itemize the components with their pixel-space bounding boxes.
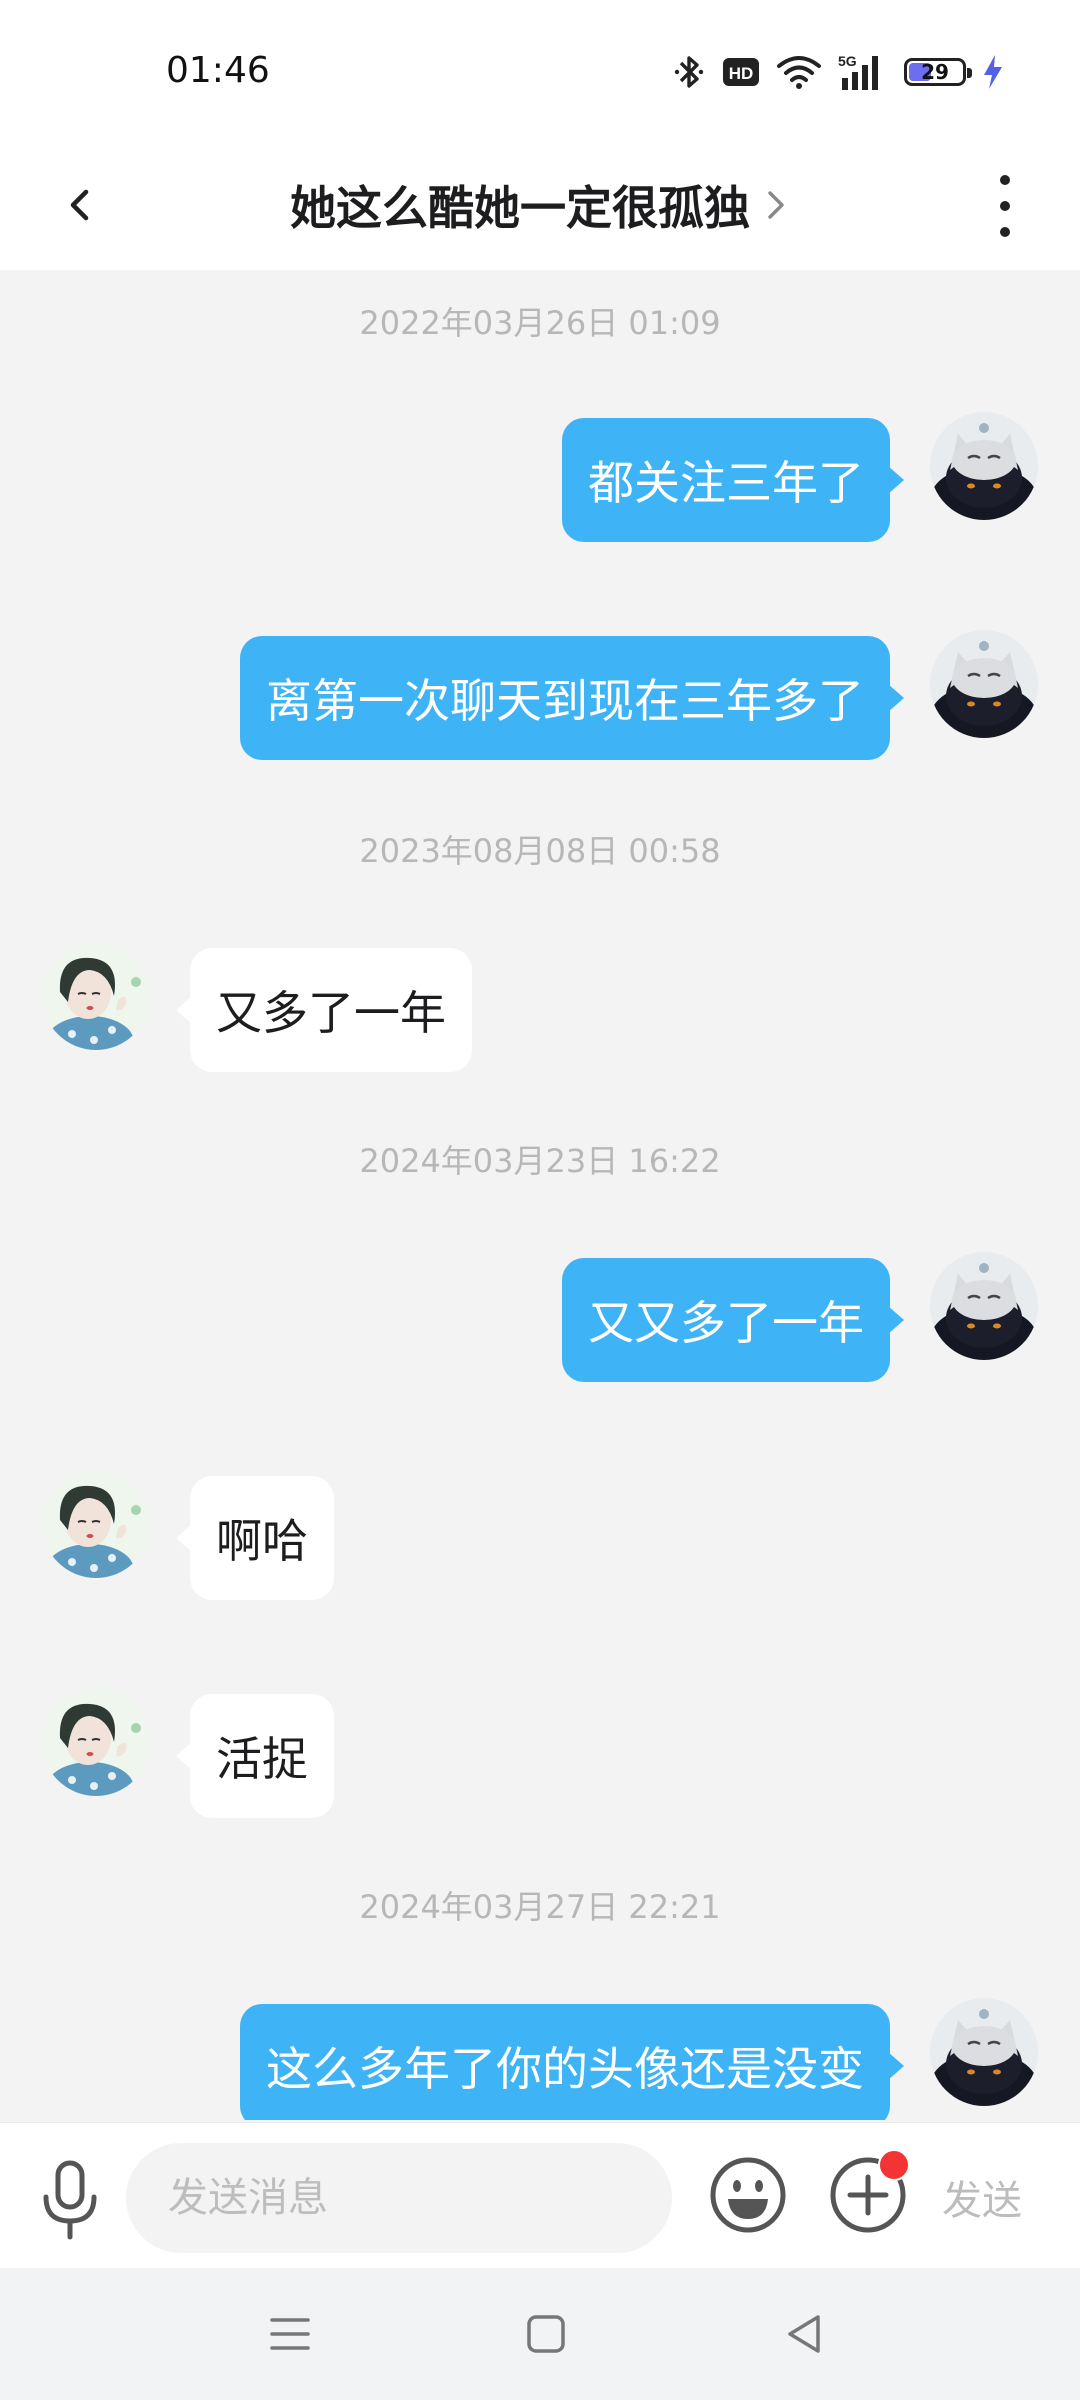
my-avatar[interactable] xyxy=(930,1252,1038,1360)
message-input-bar: 发送 xyxy=(0,2122,1080,2269)
svg-text:5G: 5G xyxy=(838,53,857,69)
wifi-icon xyxy=(777,56,821,89)
back-button[interactable] xyxy=(56,170,126,240)
message-bubble-outgoing[interactable]: 又又多了一年 xyxy=(562,1258,904,1382)
microphone-icon xyxy=(43,2160,97,2240)
nav-menu-button[interactable] xyxy=(260,2304,320,2364)
hd-icon: HD xyxy=(723,58,759,86)
more-options-button[interactable] xyxy=(970,164,1040,248)
message-list[interactable]: 2022年03月26日 01:09 都关注三年了 离第一次聊天到现在三年多了 2… xyxy=(0,270,1080,2120)
back-triangle-icon xyxy=(788,2315,820,2353)
more-actions-button[interactable] xyxy=(828,2149,910,2235)
svg-text:HD: HD xyxy=(729,64,754,83)
chat-screen: 01:46 HD 5G 29 她这么酷她一定很孤独 2022年03月26日 01… xyxy=(0,0,1080,2400)
emoji-icon xyxy=(710,2157,786,2233)
home-icon xyxy=(527,2315,565,2353)
emoji-button[interactable] xyxy=(708,2155,788,2235)
battery-icon: 29 xyxy=(904,58,972,86)
contact-avatar[interactable] xyxy=(42,1688,150,1796)
signal-5g-icon: 5G xyxy=(838,53,878,90)
send-button[interactable]: 发送 xyxy=(942,2167,1022,2227)
timestamp: 2024年03月23日 16:22 xyxy=(359,1142,721,1180)
system-nav-bar xyxy=(0,2268,1080,2400)
status-icons: HD 5G 29 xyxy=(672,50,1004,94)
contact-avatar[interactable] xyxy=(42,1470,150,1578)
chevron-left-icon xyxy=(70,189,89,221)
status-bar: 01:46 HD 5G 29 xyxy=(0,0,1080,140)
timestamp: 2024年03月27日 22:21 xyxy=(359,1888,721,1926)
menu-icon xyxy=(270,2318,310,2350)
voice-button[interactable] xyxy=(34,2157,106,2241)
message-bubble-incoming[interactable]: 又多了一年 xyxy=(176,948,472,1072)
message-input[interactable] xyxy=(126,2143,672,2253)
nav-home-button[interactable] xyxy=(516,2304,576,2364)
chat-header: 她这么酷她一定很孤独 xyxy=(0,140,1080,270)
my-avatar[interactable] xyxy=(930,1998,1038,2106)
charging-icon xyxy=(984,55,1002,89)
chat-title-group: 她这么酷她一定很孤独 xyxy=(0,140,1080,270)
chevron-right-icon[interactable] xyxy=(764,185,790,225)
message-bubble-incoming[interactable]: 啊哈 xyxy=(176,1476,334,1600)
chat-title[interactable]: 她这么酷她一定很孤独 xyxy=(290,172,750,238)
my-avatar[interactable] xyxy=(930,412,1038,520)
nav-back-button[interactable] xyxy=(774,2304,834,2364)
timestamp: 2022年03月26日 01:09 xyxy=(359,304,721,342)
notification-dot xyxy=(878,2149,910,2181)
message-bubble-outgoing[interactable]: 都关注三年了 xyxy=(562,418,904,542)
my-avatar[interactable] xyxy=(930,630,1038,738)
message-bubble-incoming[interactable]: 活捉 xyxy=(176,1694,334,1818)
battery-level: 29 xyxy=(921,60,949,84)
contact-avatar[interactable] xyxy=(42,942,150,1050)
vertical-dots-icon xyxy=(1000,175,1010,237)
message-bubble-outgoing[interactable]: 离第一次聊天到现在三年多了 xyxy=(240,636,904,760)
timestamp: 2023年08月08日 00:58 xyxy=(359,832,721,870)
bluetooth-icon xyxy=(674,56,704,88)
message-bubble-outgoing[interactable]: 这么多年了你的头像还是没变 xyxy=(240,2004,904,2120)
status-time: 01:46 xyxy=(166,50,270,91)
